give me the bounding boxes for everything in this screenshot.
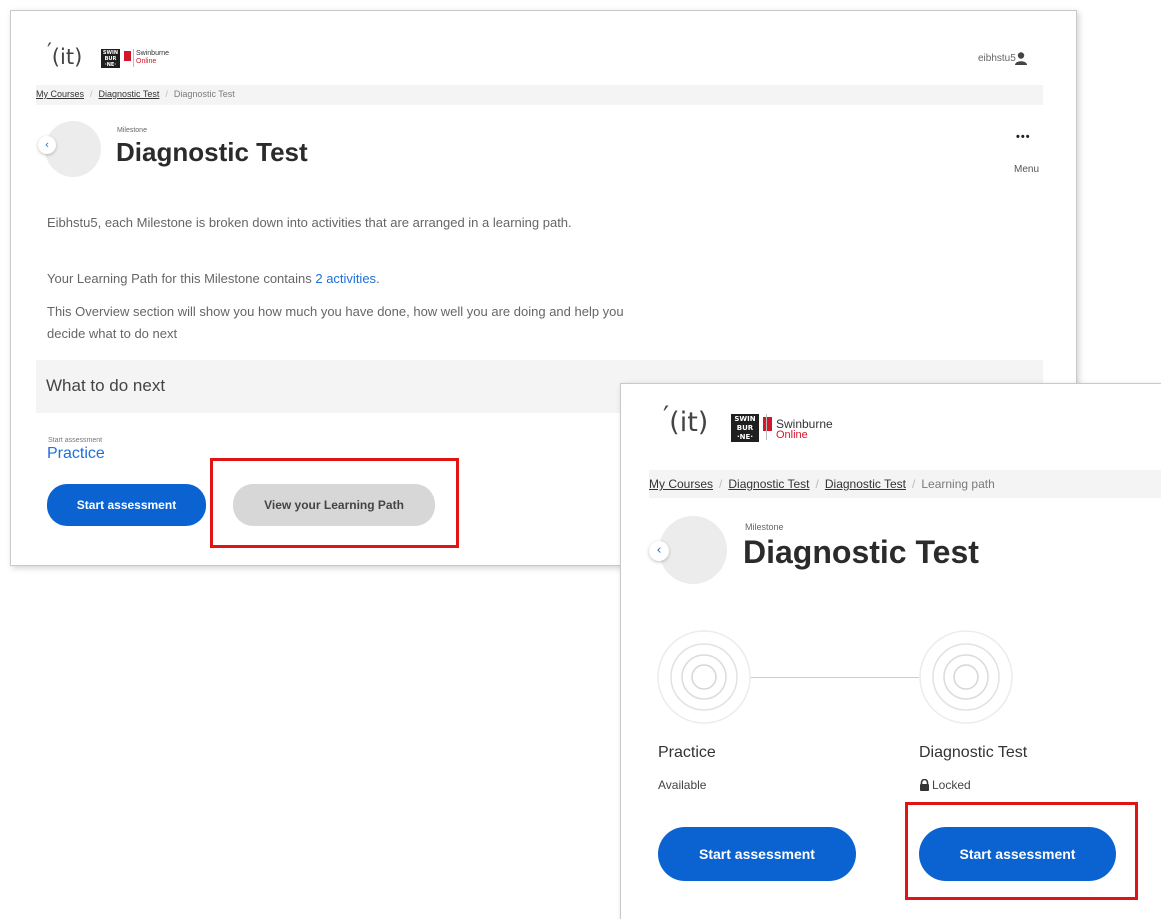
user-icon[interactable] <box>1014 51 1028 65</box>
practice-start-assessment-button[interactable]: Start assessment <box>658 827 856 881</box>
swinburne-logo: SWIN BUR ·NE· <box>101 49 120 68</box>
swinburne-flag-icon <box>124 51 131 61</box>
breadcrumb-diagnostic-test[interactable]: Diagnostic Test <box>99 89 160 99</box>
start-assessment-button[interactable]: Start assessment <box>47 484 206 526</box>
highlight-learning-path <box>210 458 459 548</box>
breadcrumb-my-courses[interactable]: My Courses <box>36 89 84 99</box>
swinburne-flag-icon <box>763 417 772 431</box>
breadcrumb-diagnostic-test-2[interactable]: Diagnostic Test <box>825 477 906 491</box>
intro-paragraph: Eibhstu5, each Milestone is broken down … <box>47 215 572 230</box>
lock-icon <box>920 779 929 791</box>
activity-node-icon <box>657 630 751 724</box>
practice-link[interactable]: Practice <box>47 445 105 463</box>
breadcrumb-current: Diagnostic Test <box>173 89 235 99</box>
username[interactable]: eibhstu5 <box>978 53 1016 64</box>
activity-status-locked: Locked <box>932 778 971 792</box>
path-connector <box>751 677 919 678</box>
activity-title-diagnostic-test: Diagnostic Test <box>919 744 1028 761</box>
activities-paragraph: Your Learning Path for this Milestone co… <box>47 271 380 286</box>
swinburne-logo: SWIN BUR ·NE· <box>731 414 759 442</box>
breadcrumb-my-courses[interactable]: My Courses <box>649 477 713 491</box>
milestone-label: Milestone <box>745 522 784 532</box>
it-logo: ′(it) <box>663 401 709 438</box>
breadcrumb-diagnostic-test[interactable]: Diagnostic Test <box>728 477 809 491</box>
milestone-label: Milestone <box>117 127 147 134</box>
highlight-diagnostic-start <box>905 802 1138 900</box>
milestone-avatar <box>659 516 727 584</box>
logo-divider <box>766 414 767 440</box>
page-title: Diagnostic Test <box>116 137 308 167</box>
it-logo: ′(it) <box>47 39 83 69</box>
menu-label[interactable]: Menu <box>1014 164 1039 175</box>
logo-divider <box>133 49 134 67</box>
start-assessment-label: Start assessment <box>48 437 103 444</box>
breadcrumb: My Courses / Diagnostic Test / Diagnostic Te… <box>36 85 1043 105</box>
breadcrumb-current: Learning path <box>921 477 995 491</box>
back-chevron-icon[interactable]: ‹ <box>38 136 56 154</box>
activities-link[interactable]: 2 activities <box>315 271 376 286</box>
more-dots-icon[interactable]: ••• <box>1016 131 1031 143</box>
breadcrumb: My Courses / Diagnostic Test / Diagnostic Te… <box>649 470 1161 498</box>
swinburne-online: Online <box>136 58 157 65</box>
overview-paragraph: This Overview section will show you how … <box>47 304 624 341</box>
activity-node-icon <box>919 630 1013 724</box>
swinburne-name: Swinburne <box>136 50 170 57</box>
back-chevron-icon[interactable]: ‹ <box>649 541 669 561</box>
page-title: Diagnostic Test <box>743 534 979 570</box>
swinburne-online: Online <box>776 429 808 441</box>
activity-status-available: Available <box>658 778 707 792</box>
what-to-do-next-heading: What to do next <box>46 376 166 395</box>
activity-title-practice: Practice <box>658 744 716 761</box>
